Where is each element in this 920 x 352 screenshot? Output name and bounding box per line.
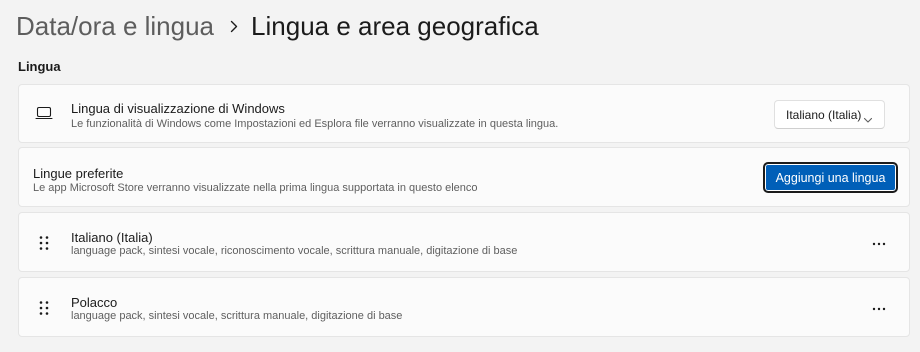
drag-handle-icon[interactable] bbox=[38, 300, 50, 316]
language-features: language pack, sintesi vocale, riconosci… bbox=[71, 245, 518, 257]
display-language-dropdown[interactable]: Italiano (Italia) bbox=[774, 100, 885, 129]
more-options-button[interactable] bbox=[867, 297, 891, 317]
display-language-selected: Italiano (Italia) bbox=[786, 107, 862, 122]
preferred-languages-card: Lingue preferite Le app Microsoft Store … bbox=[18, 147, 910, 207]
language-name: Italiano (Italia) bbox=[71, 230, 153, 245]
preferred-languages-description: Le app Microsoft Store verranno visualiz… bbox=[33, 182, 478, 194]
section-title-lingua: Lingua bbox=[18, 59, 61, 74]
display-language-card: Lingua di visualizzazione di Windows Le … bbox=[18, 84, 910, 143]
more-options-button[interactable] bbox=[867, 232, 891, 252]
preferred-languages-title: Lingue preferite bbox=[33, 166, 124, 181]
add-language-button[interactable]: Aggiungi una lingua bbox=[763, 162, 898, 193]
language-features: language pack, sintesi vocale, scrittura… bbox=[71, 310, 403, 322]
display-language-description: Le funzionalità di Windows come Impostaz… bbox=[71, 118, 559, 130]
language-item-italian[interactable]: Italiano (Italia) language pack, sintesi… bbox=[18, 212, 910, 272]
drag-handle-icon[interactable] bbox=[38, 235, 50, 251]
language-item-polish[interactable]: Polacco language pack, sintesi vocale, s… bbox=[18, 277, 910, 337]
breadcrumb-parent-link[interactable]: Data/ora e lingua bbox=[16, 11, 214, 42]
breadcrumb: Data/ora e lingua Lingua e area geografi… bbox=[16, 6, 539, 46]
more-icon bbox=[872, 233, 886, 251]
page-title: Lingua e area geografica bbox=[251, 10, 539, 41]
chevron-right-icon bbox=[230, 20, 238, 33]
chevron-down-icon bbox=[863, 111, 873, 123]
monitor-icon bbox=[35, 106, 53, 120]
language-name: Polacco bbox=[71, 295, 118, 310]
display-language-title: Lingua di visualizzazione di Windows bbox=[71, 101, 285, 116]
more-icon bbox=[872, 298, 886, 316]
